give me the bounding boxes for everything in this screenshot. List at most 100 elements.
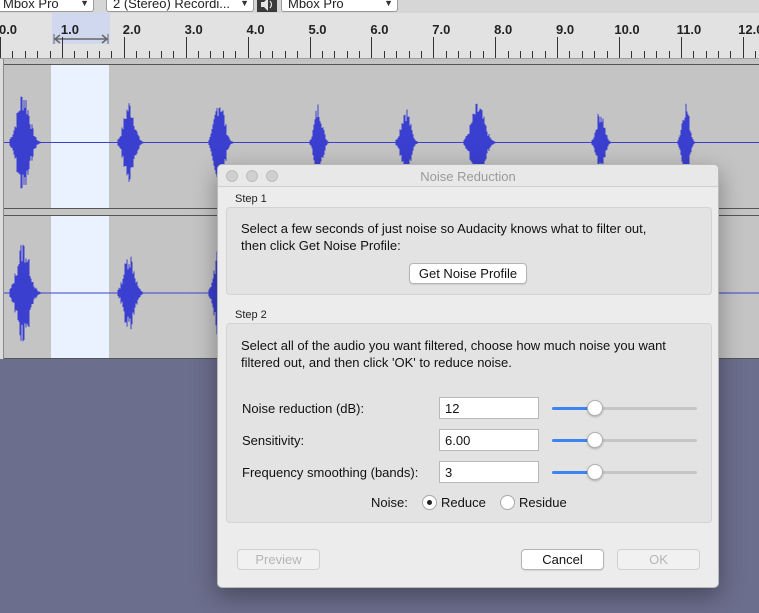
ruler-major-tick bbox=[495, 37, 497, 58]
ruler-major-tick bbox=[619, 37, 620, 58]
ruler-minor-tick bbox=[445, 51, 447, 58]
reduce-radio[interactable] bbox=[422, 495, 437, 510]
ruler-minor-tick bbox=[606, 51, 608, 58]
waveform-burst bbox=[9, 244, 49, 342]
ruler-minor-tick bbox=[569, 51, 571, 58]
dialog-title: Noise Reduction bbox=[420, 169, 516, 184]
residue-radio-label[interactable]: Residue bbox=[519, 495, 567, 510]
ruler-tick-label: 8.0 bbox=[494, 22, 513, 37]
ruler-tick-label: 9.0 bbox=[556, 22, 575, 37]
residue-radio[interactable] bbox=[500, 495, 515, 510]
ruler-major-tick bbox=[742, 37, 744, 58]
ruler-minor-tick bbox=[173, 51, 175, 58]
ruler-tick-label: 10.0 bbox=[614, 22, 640, 37]
channels-select[interactable]: 2 (Stereo) Recordi... ▼ bbox=[106, 0, 254, 12]
ruler-minor-tick bbox=[24, 51, 26, 58]
preview-button[interactable]: Preview bbox=[237, 549, 320, 570]
ruler-minor-tick bbox=[160, 51, 162, 58]
step2-group: Select all of the audio you want filtere… bbox=[226, 323, 712, 523]
recording-device-select[interactable]: Mbox Pro ▼ bbox=[281, 0, 398, 12]
ruler-minor-tick bbox=[111, 51, 113, 58]
ruler-minor-tick bbox=[594, 51, 596, 58]
ruler-major-tick bbox=[433, 37, 435, 58]
ruler-minor-tick bbox=[37, 51, 39, 58]
noise-mode-label: Noise: bbox=[371, 495, 408, 510]
ruler-minor-tick bbox=[705, 51, 707, 58]
reduce-radio-label[interactable]: Reduce bbox=[441, 495, 486, 510]
ruler-tick-label: 3.0 bbox=[184, 22, 203, 37]
waveform-burst bbox=[117, 256, 151, 330]
ruler-minor-tick bbox=[482, 51, 484, 58]
ruler-minor-tick bbox=[532, 51, 534, 58]
step1-instructions-line1: Select a few seconds of just noise so Au… bbox=[241, 221, 647, 236]
timeline-ruler[interactable]: 0.0 1.0 2.0 3.0 4.0 5.0 6.0 7.0 8.0 9.0 10.0 11.0 12… bbox=[0, 13, 759, 59]
ruler-minor-tick bbox=[297, 51, 299, 58]
waveform-burst bbox=[117, 103, 151, 182]
ruler-minor-tick bbox=[321, 51, 323, 58]
ruler-minor-tick bbox=[86, 51, 88, 58]
ruler-tick-label: 1.0 bbox=[60, 22, 79, 37]
frequency-smoothing-input[interactable] bbox=[439, 461, 539, 483]
ruler-minor-tick bbox=[718, 51, 720, 58]
playback-device-select[interactable]: Mbox Pro ▼ bbox=[0, 0, 94, 12]
dialog-titlebar: Noise Reduction bbox=[218, 165, 718, 187]
ruler-minor-tick bbox=[284, 51, 286, 58]
ok-button[interactable]: OK bbox=[617, 549, 700, 570]
slider-knob[interactable] bbox=[586, 400, 603, 416]
ruler-minor-tick bbox=[334, 51, 336, 58]
ruler-minor-tick bbox=[136, 51, 138, 58]
ruler-minor-tick bbox=[420, 51, 422, 58]
ruler-tick-label: 0.0 bbox=[0, 22, 18, 37]
sensitivity-label: Sensitivity: bbox=[242, 433, 305, 448]
ruler-minor-tick bbox=[507, 51, 509, 58]
ruler-minor-tick bbox=[519, 51, 521, 58]
ruler-minor-tick bbox=[396, 51, 398, 58]
get-noise-profile-button[interactable]: Get Noise Profile bbox=[409, 263, 527, 284]
ruler-major-tick bbox=[557, 37, 559, 58]
ruler-major-tick bbox=[0, 37, 1, 58]
step1-group: Select a few seconds of just noise so Au… bbox=[226, 207, 712, 295]
ruler-major-tick bbox=[371, 37, 373, 58]
ruler-tick-label: 7.0 bbox=[432, 22, 451, 37]
ruler-minor-tick bbox=[12, 51, 14, 58]
ruler-minor-tick bbox=[359, 51, 361, 58]
ruler-minor-tick bbox=[544, 51, 546, 58]
ruler-minor-tick bbox=[346, 51, 348, 58]
ruler-minor-tick bbox=[470, 51, 472, 58]
ruler-tick-label: 6.0 bbox=[370, 22, 389, 37]
ruler-minor-tick bbox=[755, 51, 757, 58]
ruler-major-tick bbox=[680, 37, 682, 58]
noise-reduction-label: Noise reduction (dB): bbox=[242, 401, 365, 416]
ruler-minor-tick bbox=[235, 51, 237, 58]
slider-knob[interactable] bbox=[586, 464, 603, 480]
ruler-minor-tick bbox=[408, 51, 410, 58]
ruler-minor-tick bbox=[272, 51, 274, 58]
channels-value: 2 (Stereo) Recordi... bbox=[113, 0, 231, 11]
sensitivity-input[interactable] bbox=[439, 429, 539, 451]
noise-reduction-slider[interactable] bbox=[552, 400, 697, 416]
ruler-minor-tick bbox=[210, 51, 212, 58]
ruler-minor-tick bbox=[259, 51, 261, 58]
ruler-tick-label: 11.0 bbox=[676, 22, 702, 37]
step2-instructions-line1: Select all of the audio you want filtere… bbox=[241, 338, 666, 353]
speaker-icon bbox=[257, 0, 277, 12]
ruler-minor-tick bbox=[693, 51, 695, 58]
ruler-minor-tick bbox=[222, 51, 224, 58]
cancel-button[interactable]: Cancel bbox=[521, 549, 604, 570]
step2-instructions-line2: filtered out, and then click 'OK' to red… bbox=[241, 355, 512, 370]
slider-knob[interactable] bbox=[586, 432, 603, 448]
step1-label: Step 1 bbox=[235, 193, 267, 205]
ruler-major-tick bbox=[123, 37, 125, 58]
frequency-smoothing-label: Frequency smoothing (bands): bbox=[242, 465, 419, 480]
ruler-minor-tick bbox=[581, 51, 583, 58]
frequency-smoothing-slider[interactable] bbox=[552, 464, 697, 480]
sensitivity-slider[interactable] bbox=[552, 432, 697, 448]
device-toolbar: Mbox Pro ▼ 2 (Stereo) Recordi... ▼ Mbox … bbox=[0, 0, 759, 13]
ruler-tick-label: 5.0 bbox=[308, 22, 327, 37]
ruler-tick-label: 4.0 bbox=[246, 22, 265, 37]
ruler-minor-tick bbox=[198, 51, 200, 58]
ruler-minor-tick bbox=[668, 51, 670, 58]
noise-reduction-input[interactable] bbox=[439, 397, 539, 419]
ruler-tick-label: 12.0 bbox=[738, 22, 759, 37]
chevron-down-icon: ▼ bbox=[240, 0, 249, 8]
